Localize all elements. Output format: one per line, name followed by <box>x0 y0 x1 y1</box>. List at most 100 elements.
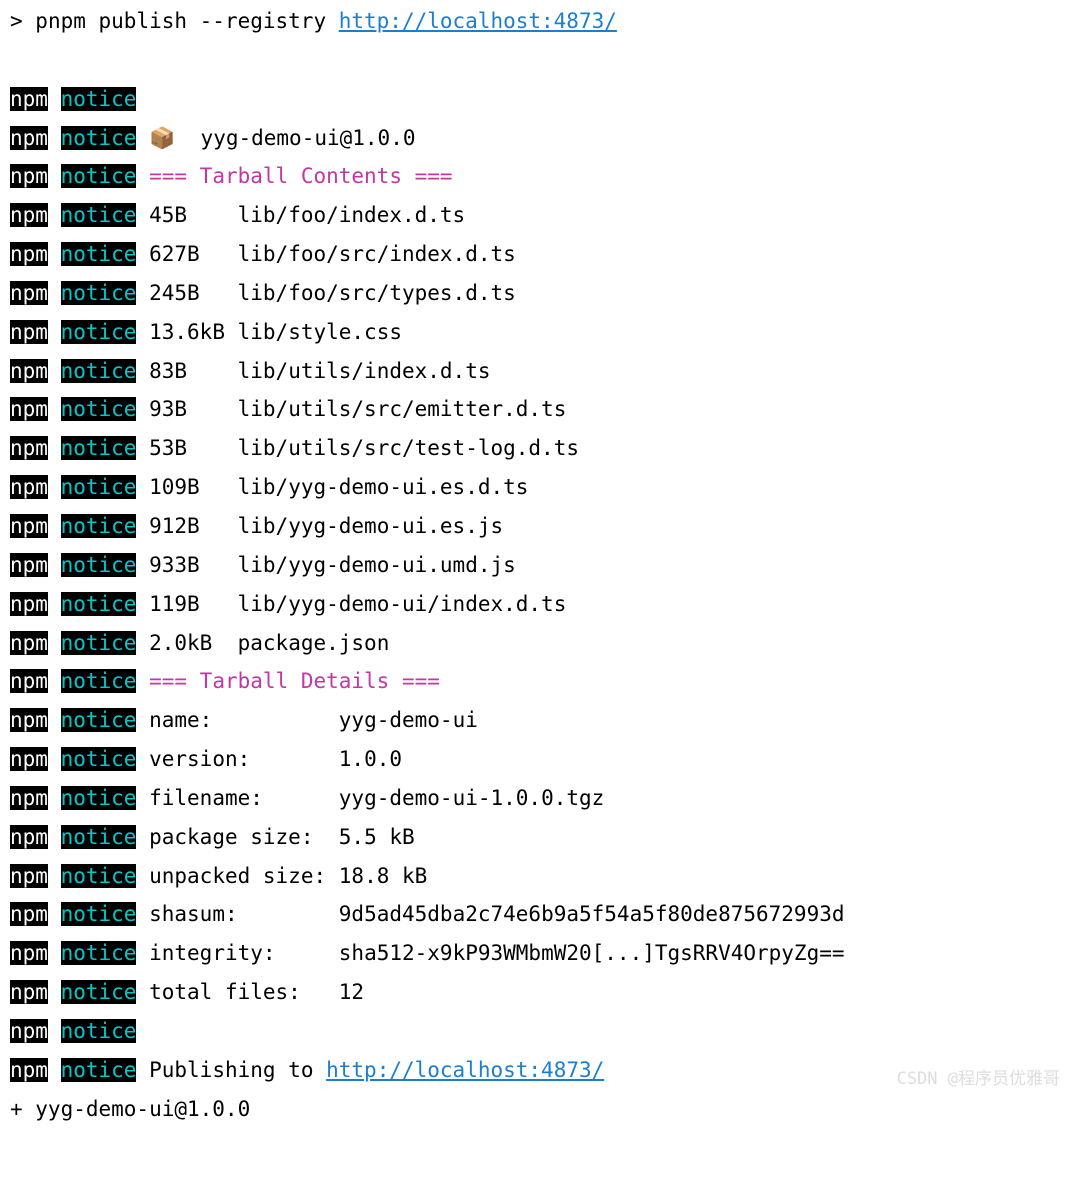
npm-tag: npm <box>10 553 48 577</box>
command-text: pnpm publish --registry <box>35 9 338 33</box>
notice-line-file: npm notice 45B lib/foo/index.d.ts <box>10 196 1070 235</box>
package-name-version: yyg-demo-ui@1.0.0 <box>175 126 415 150</box>
notice-tag: notice <box>61 1058 137 1082</box>
file-size: 627B <box>149 242 225 266</box>
file-path: lib/yyg-demo-ui/index.d.ts <box>238 592 567 616</box>
file-size: 45B <box>149 203 225 227</box>
blank-line <box>10 41 1070 80</box>
detail-label: total files: <box>149 980 326 1004</box>
file-size: 912B <box>149 514 225 538</box>
notice-line-file: npm notice 245B lib/foo/src/types.d.ts <box>10 274 1070 313</box>
file-size: 245B <box>149 281 225 305</box>
notice-line-detail: npm notice shasum: 9d5ad45dba2c74e6b9a5f… <box>10 895 1070 934</box>
file-size: 93B <box>149 397 225 421</box>
file-size: 933B <box>149 553 225 577</box>
notice-tag: notice <box>61 514 137 538</box>
file-path: lib/style.css <box>238 320 402 344</box>
notice-line-detail: npm notice name: yyg-demo-ui <box>10 701 1070 740</box>
notice-tag: notice <box>61 669 137 693</box>
notice-line-detail: npm notice version: 1.0.0 <box>10 740 1070 779</box>
notice-tag: notice <box>61 126 137 150</box>
npm-tag: npm <box>10 320 48 344</box>
npm-tag: npm <box>10 397 48 421</box>
npm-tag: npm <box>10 281 48 305</box>
notice-line-file: npm notice 933B lib/yyg-demo-ui.umd.js <box>10 546 1070 585</box>
notice-line-file: npm notice 109B lib/yyg-demo-ui.es.d.ts <box>10 468 1070 507</box>
detail-value: yyg-demo-ui <box>339 708 478 732</box>
notice-tag: notice <box>61 553 137 577</box>
notice-tag: notice <box>61 281 137 305</box>
notice-line-empty: npm notice <box>10 1012 1070 1051</box>
detail-label: unpacked size: <box>149 864 326 888</box>
npm-tag: npm <box>10 864 48 888</box>
notice-tag: notice <box>61 242 137 266</box>
tarball-contents-header: === Tarball Contents === <box>149 164 452 188</box>
notice-tag: notice <box>61 320 137 344</box>
notice-line-empty: npm notice <box>10 80 1070 119</box>
notice-tag: notice <box>61 397 137 421</box>
npm-tag: npm <box>10 786 48 810</box>
npm-tag: npm <box>10 708 48 732</box>
npm-tag: npm <box>10 164 48 188</box>
notice-line-detail: npm notice filename: yyg-demo-ui-1.0.0.t… <box>10 779 1070 818</box>
notice-line-file: npm notice 627B lib/foo/src/index.d.ts <box>10 235 1070 274</box>
notice-tag: notice <box>61 747 137 771</box>
detail-value: sha512-x9kP93WMbmW20[...]TgsRRV4OrpyZg== <box>339 941 845 965</box>
publishing-text: Publishing to <box>149 1058 326 1082</box>
detail-label: filename: <box>149 786 326 810</box>
tarball-details-header: === Tarball Details === <box>149 669 440 693</box>
file-path: lib/utils/src/test-log.d.ts <box>238 436 579 460</box>
file-path: package.json <box>238 631 390 655</box>
file-path: lib/yyg-demo-ui.umd.js <box>238 553 516 577</box>
notice-tag: notice <box>61 708 137 732</box>
notice-line-file: npm notice 93B lib/utils/src/emitter.d.t… <box>10 390 1070 429</box>
notice-line-file: npm notice 912B lib/yyg-demo-ui.es.js <box>10 507 1070 546</box>
file-path: lib/foo/src/types.d.ts <box>238 281 516 305</box>
notice-tag: notice <box>61 359 137 383</box>
file-size: 109B <box>149 475 225 499</box>
registry-url-link[interactable]: http://localhost:4873/ <box>339 9 617 33</box>
npm-tag: npm <box>10 242 48 266</box>
npm-tag: npm <box>10 747 48 771</box>
detail-value: 5.5 kB <box>339 825 415 849</box>
npm-tag: npm <box>10 669 48 693</box>
notice-tag: notice <box>61 864 137 888</box>
npm-tag: npm <box>10 980 48 1004</box>
file-path: lib/foo/index.d.ts <box>238 203 466 227</box>
publishing-url-link[interactable]: http://localhost:4873/ <box>326 1058 604 1082</box>
detail-label: version: <box>149 747 326 771</box>
file-size: 2.0kB <box>149 631 225 655</box>
file-path: lib/utils/src/emitter.d.ts <box>238 397 567 421</box>
file-path: lib/yyg-demo-ui.es.d.ts <box>238 475 529 499</box>
notice-line-contents-header: npm notice === Tarball Contents === <box>10 157 1070 196</box>
notice-line-file: npm notice 83B lib/utils/index.d.ts <box>10 352 1070 391</box>
notice-tag: notice <box>61 475 137 499</box>
file-path: lib/foo/src/index.d.ts <box>238 242 516 266</box>
notice-tag: notice <box>61 631 137 655</box>
notice-tag: notice <box>61 825 137 849</box>
detail-label: name: <box>149 708 326 732</box>
npm-tag: npm <box>10 126 48 150</box>
npm-tag: npm <box>10 592 48 616</box>
npm-tag: npm <box>10 631 48 655</box>
notice-tag: notice <box>61 941 137 965</box>
npm-tag: npm <box>10 475 48 499</box>
file-size: 83B <box>149 359 225 383</box>
npm-tag: npm <box>10 514 48 538</box>
notice-line-file: npm notice 53B lib/utils/src/test-log.d.… <box>10 429 1070 468</box>
npm-tag: npm <box>10 941 48 965</box>
notice-tag: notice <box>61 980 137 1004</box>
notice-line-detail: npm notice total files: 12 <box>10 973 1070 1012</box>
file-size: 53B <box>149 436 225 460</box>
file-path: lib/utils/index.d.ts <box>238 359 491 383</box>
notice-line-detail: npm notice package size: 5.5 kB <box>10 818 1070 857</box>
detail-value: yyg-demo-ui-1.0.0.tgz <box>339 786 605 810</box>
notice-tag: notice <box>61 436 137 460</box>
notice-tag: notice <box>61 164 137 188</box>
detail-value: 9d5ad45dba2c74e6b9a5f54a5f80de875672993d <box>339 902 845 926</box>
notice-line-file: npm notice 13.6kB lib/style.css <box>10 313 1070 352</box>
npm-tag: npm <box>10 436 48 460</box>
npm-tag: npm <box>10 203 48 227</box>
npm-tag: npm <box>10 1019 48 1043</box>
notice-line-detail: npm notice unpacked size: 18.8 kB <box>10 857 1070 896</box>
